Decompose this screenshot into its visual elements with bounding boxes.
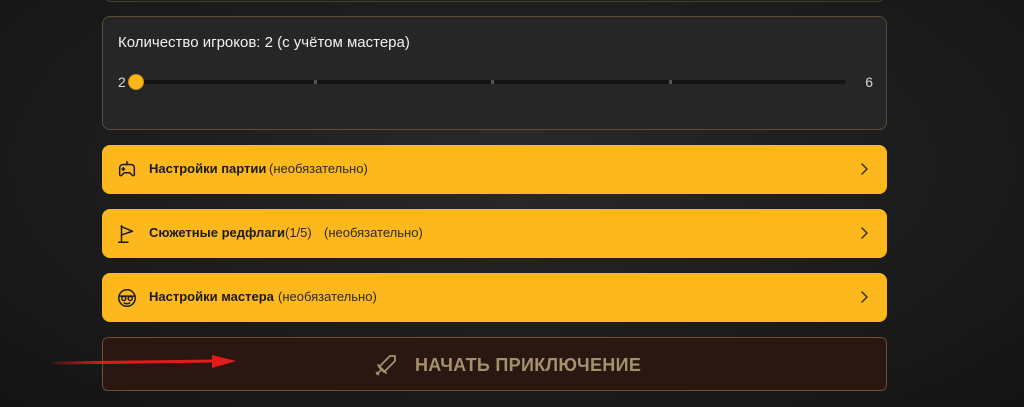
- party-settings-title: Настройки партии: [149, 161, 267, 176]
- plot-redflags-title: Сюжетные редфлаги: [149, 225, 285, 240]
- master-settings-title: Настройки мастера: [149, 289, 274, 304]
- slider-thumb[interactable]: [129, 75, 143, 89]
- slider-tick: [668, 80, 672, 84]
- master-settings-row[interactable]: Настройки мастера (необязательно): [102, 273, 887, 322]
- start-adventure-label: НАЧАТЬ ПРИКЛЮЧЕНИЕ: [415, 355, 642, 375]
- flag-icon: [118, 225, 134, 243]
- party-settings-row[interactable]: Настройки партии (необязательно): [102, 145, 887, 194]
- slider-max-label: 6: [865, 74, 873, 90]
- party-settings-optional: (необязательно): [269, 161, 368, 176]
- previous-panel-edge: [102, 0, 887, 2]
- plot-redflags-count: (1/5): [285, 225, 312, 240]
- sword-icon: [375, 355, 396, 376]
- slider-min-label: 2: [118, 74, 126, 90]
- annotation-arrow-icon: [52, 355, 236, 368]
- chevron-right-icon: [861, 227, 868, 239]
- players-count-panel: Количество игроков: 2 (с учётом мастера)…: [102, 16, 887, 130]
- mask-icon: [118, 289, 136, 307]
- gamepad-icon: [118, 161, 136, 177]
- players-count-label: Количество игроков: 2 (с учётом мастера): [118, 34, 410, 51]
- chevron-right-icon: [861, 291, 868, 303]
- slider-tick: [313, 80, 317, 84]
- chevron-right-icon: [861, 163, 868, 175]
- players-slider[interactable]: [129, 75, 846, 89]
- plot-redflags-row[interactable]: Сюжетные редфлаги (1/5) (необязательно): [102, 209, 887, 258]
- master-settings-optional: (необязательно): [278, 289, 377, 304]
- plot-redflags-optional: (необязательно): [324, 225, 423, 240]
- slider-tick: [491, 80, 494, 84]
